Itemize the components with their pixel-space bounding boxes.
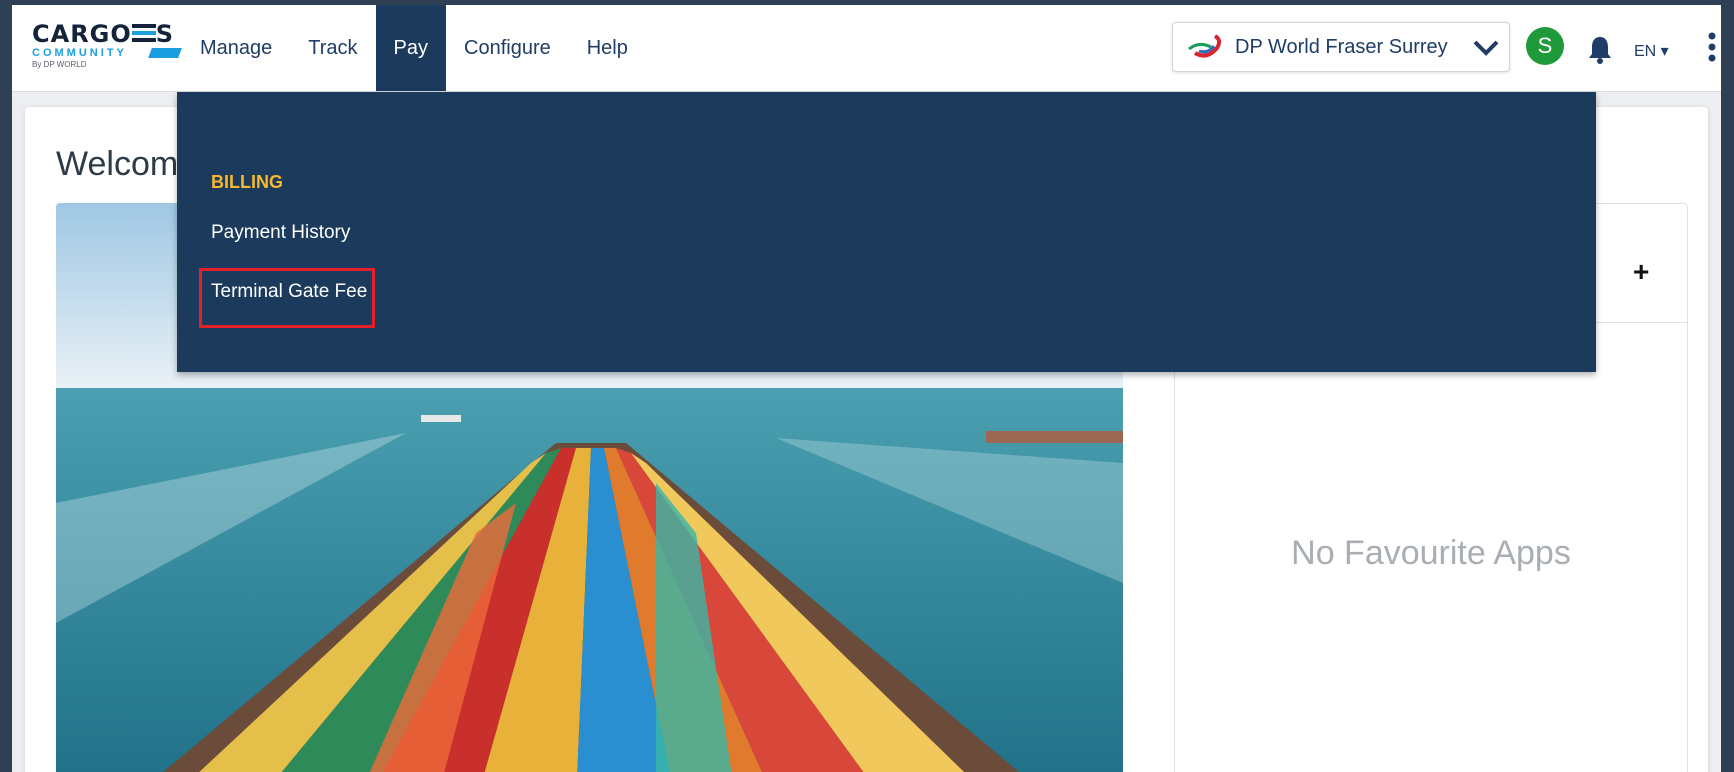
- top-navbar: CARGO S COMMUNITY By DP WORLD Manage Trac…: [12, 5, 1721, 92]
- nav-track[interactable]: Track: [290, 5, 375, 91]
- add-favourite-button[interactable]: +: [1633, 256, 1649, 288]
- logo-es-bars-icon: [131, 22, 156, 44]
- logo-text-cargo: CARGO: [32, 20, 132, 48]
- cargoes-community-logo[interactable]: CARGO S COMMUNITY By DP WORLD: [32, 22, 184, 72]
- welcome-heading: Welcome: [56, 145, 198, 183]
- menu-item-terminal-gate-fee[interactable]: Terminal Gate Fee: [211, 281, 367, 303]
- dp-world-swirl-icon: [1188, 34, 1222, 58]
- app-window: CARGO S COMMUNITY By DP WORLD Manage Trac…: [12, 5, 1721, 772]
- more-options-icon[interactable]: [1706, 31, 1718, 63]
- nav-manage[interactable]: Manage: [182, 5, 290, 91]
- main-nav: Manage Track Pay Configure Help: [182, 5, 646, 91]
- terminal-name: DP World Fraser Surrey: [1235, 35, 1448, 58]
- logo-slash-icon: [148, 48, 182, 58]
- no-favourites-message: No Favourite Apps: [1291, 534, 1571, 572]
- notification-bell-icon[interactable]: [1587, 35, 1613, 65]
- nav-configure[interactable]: Configure: [446, 5, 569, 91]
- logo-text-community: COMMUNITY: [32, 47, 127, 59]
- language-selector[interactable]: EN ▾: [1634, 41, 1669, 61]
- terminal-selector[interactable]: DP World Fraser Surrey: [1172, 22, 1510, 72]
- nav-help[interactable]: Help: [569, 5, 646, 91]
- logo-text-byline: By DP WORLD: [32, 60, 87, 69]
- menu-item-payment-history[interactable]: Payment History: [211, 222, 350, 244]
- pay-dropdown-menu: BILLING Payment History Terminal Gate Fe…: [177, 92, 1596, 372]
- nav-pay[interactable]: Pay: [375, 5, 447, 91]
- chevron-down-icon: [1473, 40, 1499, 56]
- billing-heading: BILLING: [211, 172, 283, 192]
- user-avatar[interactable]: S: [1526, 27, 1564, 65]
